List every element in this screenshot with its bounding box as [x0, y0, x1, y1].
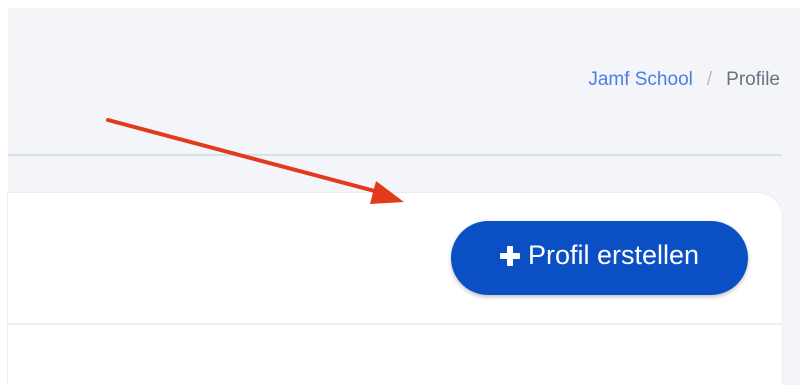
- plus-icon: [499, 246, 520, 266]
- create-profile-button-label: Profil erstellen: [527, 240, 700, 270]
- breadcrumb-current-page: Profile: [726, 69, 780, 90]
- header-divider: [8, 154, 782, 156]
- breadcrumb: Jamf School / Profile: [588, 66, 780, 94]
- profiles-card: Profil erstellen: [8, 193, 782, 385]
- breadcrumb-separator: /: [706, 69, 713, 90]
- breadcrumb-link-jamf-school[interactable]: Jamf School: [588, 66, 693, 94]
- create-profile-button[interactable]: Profil erstellen: [451, 221, 748, 295]
- page: Jamf School / Profile Profil erstellen: [0, 0, 800, 385]
- card-divider: [8, 323, 782, 325]
